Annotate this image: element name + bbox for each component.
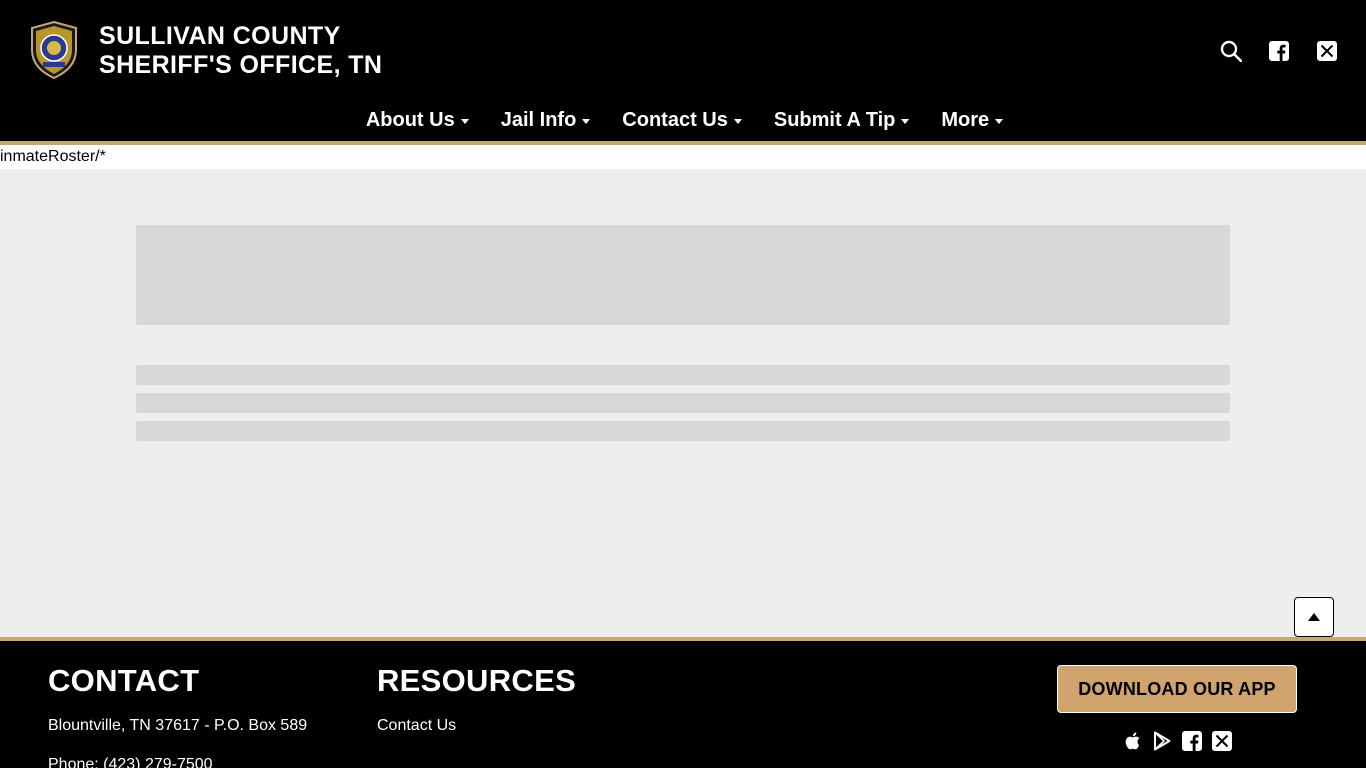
search-icon[interactable] xyxy=(1220,40,1242,62)
caret-down-icon xyxy=(733,118,742,124)
footer-contact-title: CONTACT xyxy=(48,663,200,698)
loading-skeleton-line xyxy=(136,365,1230,385)
nav-item-label: Jail Info xyxy=(500,108,577,131)
facebook-icon[interactable] xyxy=(1182,731,1202,751)
nav-item-label: More xyxy=(941,108,990,131)
nav-item-label: Contact Us xyxy=(622,108,728,131)
caret-down-icon xyxy=(901,118,910,124)
route-text: inmateRoster/* xyxy=(0,148,106,165)
nav-item-contact-us[interactable]: Contact Us xyxy=(622,100,742,140)
nav-item-submit-a-tip[interactable]: Submit A Tip xyxy=(773,100,910,140)
footer-address: Blountville, TN 37617 - P.O. Box 589 xyxy=(48,717,308,734)
site-header: SULLIVAN COUNTY SHERIFF'S OFFICE, TN Abo… xyxy=(0,0,1366,141)
footer-resources-title: RESOURCES xyxy=(377,663,577,698)
nav-item-more[interactable]: More xyxy=(941,100,1004,140)
apple-icon[interactable] xyxy=(1122,731,1142,751)
loading-skeleton-line xyxy=(136,393,1230,413)
site-title-line2: SHERIFF'S OFFICE, TN xyxy=(99,51,383,79)
footer-app-icons xyxy=(1122,731,1232,751)
nav-item-label: About Us xyxy=(365,108,455,131)
google-play-icon[interactable] xyxy=(1152,731,1172,751)
main-nav: About Us Jail Info Contact Us Submit A T… xyxy=(0,100,1366,140)
nav-item-jail-info[interactable]: Jail Info xyxy=(501,100,591,140)
sheriff-badge-logo[interactable] xyxy=(28,20,80,80)
route-bar: inmateRoster/* xyxy=(0,145,1366,169)
footer-phone[interactable]: Phone: (423) 279-7500 xyxy=(48,756,213,768)
caret-down-icon xyxy=(582,118,591,124)
scroll-to-top-button[interactable] xyxy=(1294,597,1334,637)
x-twitter-icon[interactable] xyxy=(1316,40,1338,62)
loading-skeleton-block xyxy=(136,225,1230,325)
header-icons xyxy=(1220,40,1338,62)
x-twitter-icon[interactable] xyxy=(1212,731,1232,751)
nav-item-about-us[interactable]: About Us xyxy=(366,100,469,140)
facebook-icon[interactable] xyxy=(1268,40,1290,62)
site-title[interactable]: SULLIVAN COUNTY SHERIFF'S OFFICE, TN xyxy=(99,22,382,80)
arrow-up-icon xyxy=(1308,613,1320,621)
caret-down-icon xyxy=(460,118,469,124)
site-footer: CONTACT Blountville, TN 37617 - P.O. Box… xyxy=(0,641,1366,768)
caret-down-icon xyxy=(995,118,1004,124)
nav-item-label: Submit A Tip xyxy=(773,108,896,131)
site-title-line1: SULLIVAN COUNTY xyxy=(99,22,341,50)
loading-skeleton-line xyxy=(136,421,1230,441)
footer-link-contact-us[interactable]: Contact Us xyxy=(377,717,456,735)
download-app-button[interactable]: DOWNLOAD OUR APP xyxy=(1057,665,1297,713)
